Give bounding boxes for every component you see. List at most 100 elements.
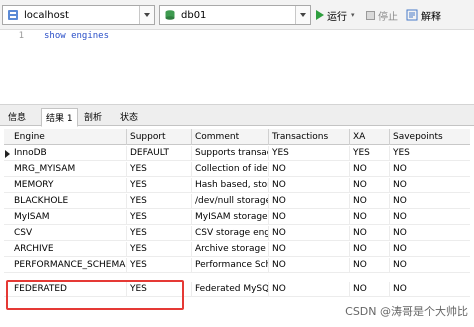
column-header-xa[interactable]: XA (350, 129, 390, 145)
column-header-transactions[interactable]: Transactions (269, 129, 350, 145)
cell-support[interactable]: YES (127, 242, 192, 257)
cell-transactions[interactable]: NO (269, 178, 350, 193)
table-row[interactable]: BLACKHOLE YES /dev/null storage NO NO NO (4, 194, 470, 209)
cell-comment[interactable]: Collection of ider (192, 162, 269, 177)
tab-profile[interactable]: 剖析 (80, 108, 106, 127)
cell-engine[interactable]: MRG_MYISAM (11, 162, 127, 177)
cell-xa[interactable]: NO (350, 194, 390, 209)
cell-xa[interactable]: NO (350, 242, 390, 257)
explain-label: 解释 (421, 11, 441, 23)
query-text[interactable]: show engines (44, 31, 109, 41)
cell-transactions[interactable]: NO (269, 282, 350, 297)
cell-support[interactable]: YES (127, 194, 192, 209)
cell-savepoints[interactable]: NO (390, 210, 470, 225)
cell-xa[interactable]: NO (350, 178, 390, 193)
table-row[interactable]: MRG_MYISAM YES Collection of ider NO NO … (4, 162, 470, 177)
cell-xa[interactable]: NO (350, 282, 390, 297)
explain-icon (406, 9, 418, 21)
cell-savepoints[interactable]: NO (390, 258, 470, 273)
stop-icon (366, 10, 375, 20)
cell-xa[interactable]: YES (350, 146, 390, 161)
cell-engine[interactable]: ARCHIVE (11, 242, 127, 257)
tab-result-1[interactable]: 结果 1 (41, 108, 78, 127)
tab-status[interactable]: 状态 (116, 108, 142, 127)
column-header-support[interactable]: Support (127, 129, 192, 145)
row-indicator-header (4, 129, 11, 144)
play-icon (316, 10, 324, 20)
table-row[interactable]: InnoDB DEFAULT Supports transac YES YES … (4, 146, 470, 161)
stop-button[interactable]: 停止 (366, 8, 398, 23)
cell-savepoints[interactable]: NO (390, 242, 470, 257)
cell-engine[interactable]: BLACKHOLE (11, 194, 127, 209)
toolbar: localhost db01 运行 ▾ 停止 解释 (0, 0, 474, 30)
row-indicator (4, 210, 11, 225)
grid-header: Engine Support Comment Transactions XA S… (4, 129, 470, 145)
cell-xa[interactable]: NO (350, 258, 390, 273)
cell-engine[interactable]: InnoDB (11, 146, 127, 161)
connection-select[interactable]: localhost (2, 5, 155, 25)
database-select[interactable]: db01 (159, 5, 311, 25)
connection-value: localhost (24, 10, 69, 21)
current-row-icon (4, 146, 11, 161)
cell-engine[interactable]: PERFORMANCE_SCHEMA (11, 258, 127, 273)
database-icon (165, 10, 175, 20)
run-label: 运行 (327, 11, 347, 23)
cell-engine[interactable]: MEMORY (11, 178, 127, 193)
column-header-comment[interactable]: Comment (192, 129, 269, 145)
cell-savepoints[interactable]: NO (390, 282, 470, 297)
cell-transactions[interactable]: YES (269, 146, 350, 161)
cell-savepoints[interactable]: NO (390, 226, 470, 241)
tab-info[interactable]: 信息 (4, 108, 30, 127)
cell-transactions[interactable]: NO (269, 194, 350, 209)
chevron-down-icon[interactable] (139, 6, 154, 24)
cell-xa[interactable]: NO (350, 226, 390, 241)
query-editor[interactable]: 1 show engines (0, 31, 474, 104)
row-indicator (4, 162, 11, 177)
cell-engine[interactable]: CSV (11, 226, 127, 241)
cell-support[interactable]: DEFAULT (127, 146, 192, 161)
highlight-box (6, 280, 184, 310)
chevron-down-icon[interactable] (295, 6, 310, 24)
cell-comment[interactable]: Hash based, stor (192, 178, 269, 193)
cell-transactions[interactable]: NO (269, 242, 350, 257)
cell-comment[interactable]: CSV storage eng (192, 226, 269, 241)
cell-support[interactable]: YES (127, 226, 192, 241)
explain-button[interactable]: 解释 (406, 8, 441, 23)
cell-comment[interactable]: Archive storage (192, 242, 269, 257)
cell-comment[interactable]: MyISAM storage (192, 210, 269, 225)
cell-transactions[interactable]: NO (269, 210, 350, 225)
line-number: 1 (18, 31, 24, 41)
cell-comment[interactable]: Performance Sch (192, 258, 269, 273)
column-header-engine[interactable]: Engine (11, 129, 127, 145)
table-row[interactable]: CSV YES CSV storage eng NO NO NO (4, 226, 470, 241)
cell-comment[interactable]: Supports transac (192, 146, 269, 161)
cell-savepoints[interactable]: NO (390, 178, 470, 193)
cell-support[interactable]: YES (127, 162, 192, 177)
cell-support[interactable]: YES (127, 258, 192, 273)
row-indicator (4, 178, 11, 193)
cell-support[interactable]: YES (127, 178, 192, 193)
cell-engine[interactable]: MyISAM (11, 210, 127, 225)
table-row[interactable]: ARCHIVE YES Archive storage NO NO NO (4, 242, 470, 257)
cell-transactions[interactable]: NO (269, 162, 350, 177)
stop-label: 停止 (378, 11, 398, 23)
column-header-savepoints[interactable]: Savepoints (390, 129, 470, 145)
row-indicator (4, 194, 11, 209)
cell-comment[interactable]: Federated MySQ (192, 282, 269, 297)
table-row[interactable]: MEMORY YES Hash based, stor NO NO NO (4, 178, 470, 193)
cell-savepoints[interactable]: NO (390, 194, 470, 209)
cell-xa[interactable]: NO (350, 162, 390, 177)
cell-xa[interactable]: NO (350, 210, 390, 225)
chevron-down-icon[interactable]: ▾ (351, 11, 355, 19)
result-tabs: 信息 结果 1 剖析 状态 (0, 104, 474, 127)
cell-savepoints[interactable]: YES (390, 146, 470, 161)
cell-transactions[interactable]: NO (269, 226, 350, 241)
watermark: CSDN @涛哥是个大帅比 (345, 305, 468, 318)
table-row[interactable]: MyISAM YES MyISAM storage NO NO NO (4, 210, 470, 225)
table-row[interactable]: PERFORMANCE_SCHEMA YES Performance Sch N… (4, 258, 470, 273)
run-button[interactable]: 运行 ▾ (316, 8, 355, 23)
cell-comment[interactable]: /dev/null storage (192, 194, 269, 209)
cell-savepoints[interactable]: NO (390, 162, 470, 177)
cell-transactions[interactable]: NO (269, 258, 350, 273)
cell-support[interactable]: YES (127, 210, 192, 225)
